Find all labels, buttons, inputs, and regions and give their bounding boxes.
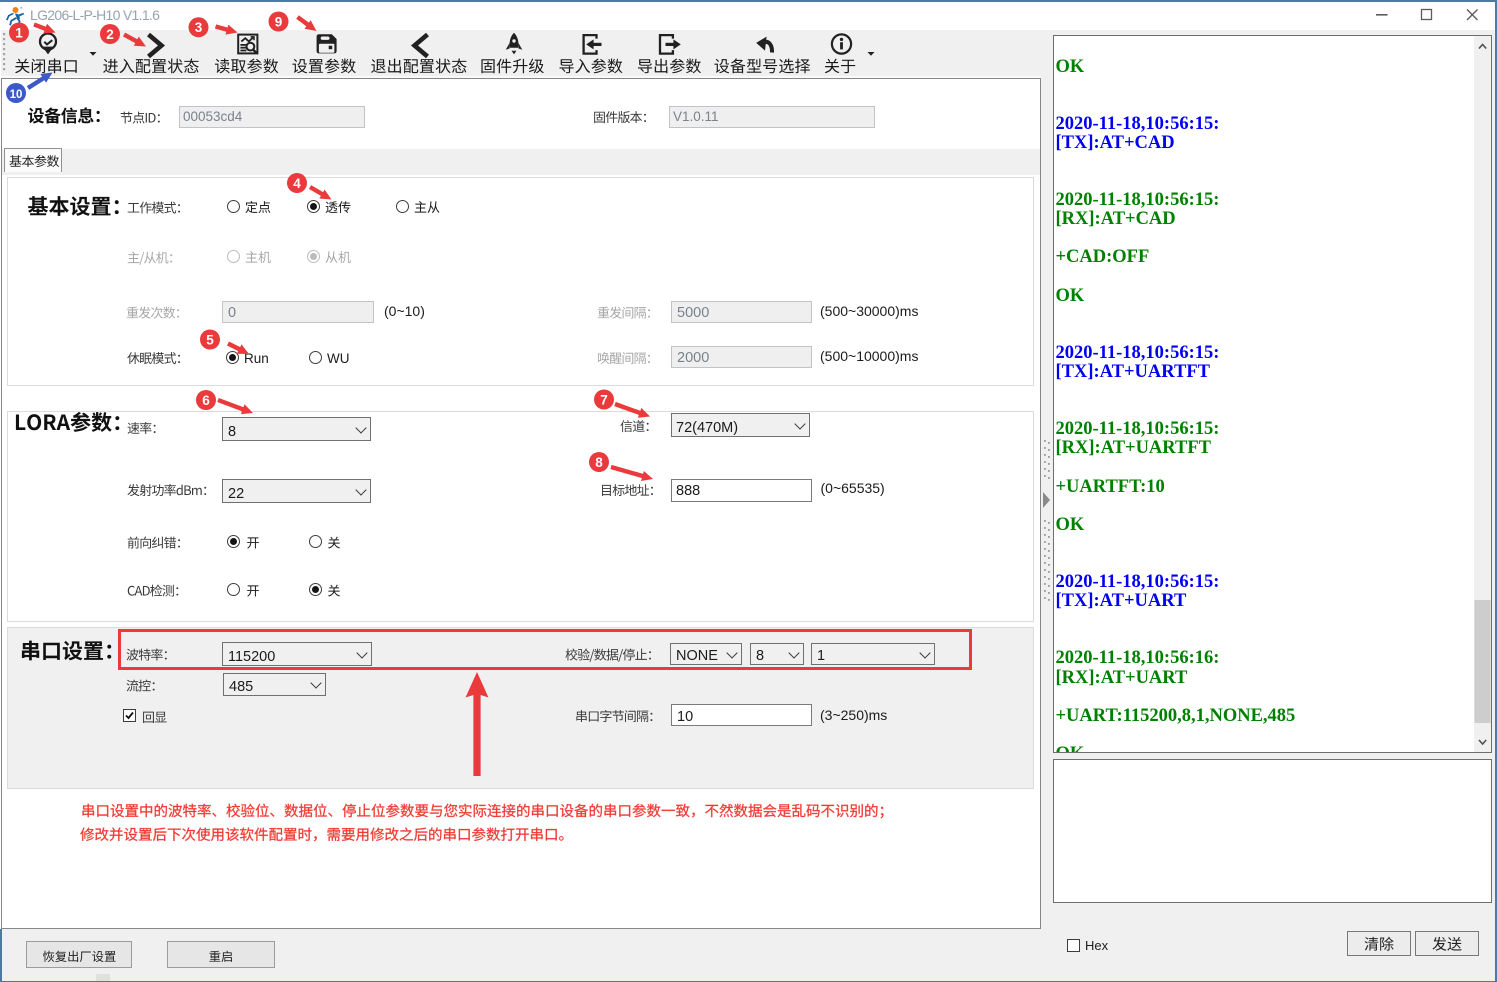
svg-text:1: 1 <box>15 25 23 40</box>
svg-text:2: 2 <box>106 27 114 42</box>
svg-text:6: 6 <box>202 393 210 408</box>
svg-text:4: 4 <box>293 176 301 191</box>
svg-text:7: 7 <box>600 392 608 407</box>
svg-text:3: 3 <box>195 20 203 35</box>
svg-text:9: 9 <box>275 14 283 29</box>
svg-text:10: 10 <box>10 89 23 101</box>
svg-text:8: 8 <box>595 455 603 470</box>
svg-text:5: 5 <box>206 332 214 347</box>
